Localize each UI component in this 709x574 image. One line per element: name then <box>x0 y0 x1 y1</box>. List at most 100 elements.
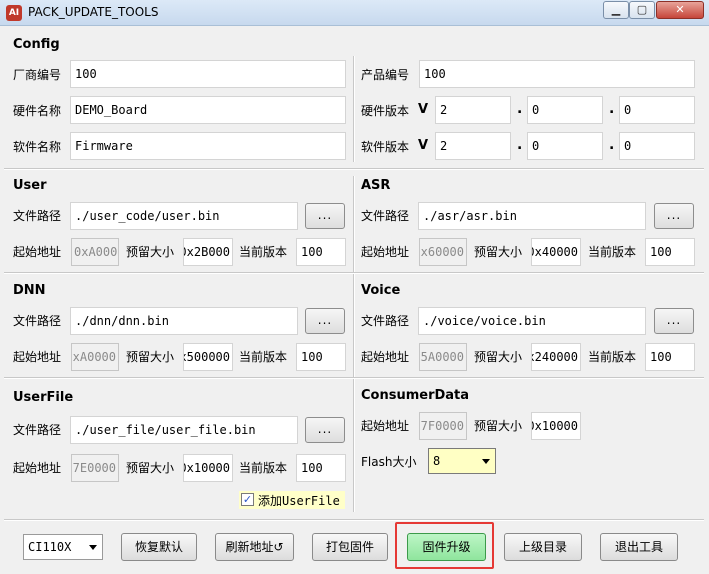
exit-tool-button[interactable]: 退出工具 <box>600 533 678 561</box>
chip-model-select[interactable]: CI110X <box>23 534 103 560</box>
dnn-start-address-field: 0xA0000 <box>71 343 119 371</box>
restore-defaults-button[interactable]: 恢复默认 <box>121 533 197 561</box>
software-version-prefix: V <box>418 138 429 153</box>
user-section-title: User <box>13 178 47 193</box>
dnn-path-label: 文件路径 <box>13 314 62 328</box>
dnn-start-address-label: 起始地址 <box>13 350 62 364</box>
voice-reserve-size-label: 预留大小 <box>474 350 523 364</box>
asr-start-address-label: 起始地址 <box>361 245 410 259</box>
software-name-field[interactable]: Firmware <box>70 132 346 160</box>
refresh-address-button[interactable]: 刷新地址↺ <box>215 533 294 561</box>
voice-browse-button[interactable]: ... <box>654 308 694 334</box>
user-current-version-label: 当前版本 <box>239 245 288 259</box>
voice-start-address-label: 起始地址 <box>361 350 410 364</box>
asr-current-version-field[interactable]: 100 <box>645 238 695 266</box>
hardware-name-label: 硬件名称 <box>13 104 62 118</box>
asr-current-version-label: 当前版本 <box>588 245 637 259</box>
add-userfile-toggle[interactable]: ✓ 添加UserFile <box>239 491 345 509</box>
dnn-reserve-size-field[interactable]: 0x500000 <box>183 343 233 371</box>
flash-size-value: 8 <box>433 454 441 468</box>
asr-browse-button[interactable]: ... <box>654 203 694 229</box>
asr-reserve-size-label: 预留大小 <box>474 245 523 259</box>
version-dot: . <box>609 101 615 117</box>
userfile-reserve-size-field[interactable]: 0x10000 <box>183 454 233 482</box>
userfile-section-title: UserFile <box>13 390 74 405</box>
userfile-current-version-label: 当前版本 <box>239 461 288 475</box>
user-path-field[interactable]: ./user_code/user.bin <box>70 202 298 230</box>
software-name-label: 软件名称 <box>13 140 62 154</box>
user-path-label: 文件路径 <box>13 209 62 223</box>
chevron-down-icon <box>89 545 97 550</box>
software-version-major-field[interactable]: 2 <box>435 132 511 160</box>
voice-current-version-field[interactable]: 100 <box>645 343 695 371</box>
hardware-version-prefix: V <box>418 102 429 117</box>
product-id-label: 产品编号 <box>361 68 410 82</box>
version-dot: . <box>609 137 615 153</box>
add-userfile-checkbox[interactable]: ✓ <box>241 493 254 506</box>
consumerdata-reserve-size-field[interactable]: 0x10000 <box>531 412 581 440</box>
chip-model-value: CI110X <box>28 540 72 554</box>
userfile-reserve-size-label: 预留大小 <box>126 461 175 475</box>
voice-path-field[interactable]: ./voice/voice.bin <box>418 307 646 335</box>
close-button[interactable]: ✕ <box>656 1 704 19</box>
vendor-id-field[interactable]: 100 <box>70 60 346 88</box>
product-id-field[interactable]: 100 <box>419 60 695 88</box>
hardware-version-minor-field[interactable]: 0 <box>527 96 603 124</box>
user-reserve-size-field[interactable]: 0x2B000 <box>183 238 233 266</box>
version-dot: . <box>517 101 523 117</box>
userfile-path-field[interactable]: ./user_file/user_file.bin <box>70 416 298 444</box>
voice-path-label: 文件路径 <box>361 314 410 328</box>
minimize-button[interactable]: ▁ <box>603 1 629 19</box>
chevron-down-icon <box>482 459 490 464</box>
userfile-start-address-field: 0x7E0000 <box>71 454 119 482</box>
voice-reserve-size-field[interactable]: 0x240000 <box>531 343 581 371</box>
maximize-button[interactable]: ▢ <box>629 1 655 19</box>
hardware-version-major-field[interactable]: 2 <box>435 96 511 124</box>
config-divider <box>353 56 355 162</box>
consumerdata-start-address-label: 起始地址 <box>361 419 410 433</box>
asr-path-field[interactable]: ./asr/asr.bin <box>418 202 646 230</box>
dnn-path-field[interactable]: ./dnn/dnn.bin <box>70 307 298 335</box>
dnn-current-version-label: 当前版本 <box>239 350 288 364</box>
userfile-current-version-field[interactable]: 100 <box>296 454 346 482</box>
parent-directory-button[interactable]: 上级目录 <box>504 533 582 561</box>
app-logo-icon: AI <box>6 5 22 21</box>
voice-current-version-label: 当前版本 <box>588 350 637 364</box>
pack-firmware-button[interactable]: 打包固件 <box>312 533 388 561</box>
section-divider <box>4 272 704 274</box>
firmware-upgrade-button[interactable]: 固件升级 <box>407 533 486 561</box>
asr-reserve-size-field[interactable]: 0x40000 <box>531 238 581 266</box>
userfile-start-address-label: 起始地址 <box>13 461 62 475</box>
hardware-version-patch-field[interactable]: 0 <box>619 96 695 124</box>
asr-path-label: 文件路径 <box>361 209 410 223</box>
vendor-id-label: 厂商编号 <box>13 68 62 82</box>
dnn-current-version-field[interactable]: 100 <box>296 343 346 371</box>
user-reserve-size-label: 预留大小 <box>126 245 175 259</box>
user-start-address-label: 起始地址 <box>13 245 62 259</box>
dnn-browse-button[interactable]: ... <box>305 308 345 334</box>
section-divider <box>4 377 704 379</box>
hardware-name-field[interactable]: DEMO_Board <box>70 96 346 124</box>
title-bar: AI PACK_UPDATE_TOOLS ▁ ▢ ✕ <box>0 0 709 26</box>
consumerdata-start-address-field: 0x7F0000 <box>419 412 467 440</box>
userfile-browse-button[interactable]: ... <box>305 417 345 443</box>
asr-section-title: ASR <box>361 178 391 193</box>
software-version-minor-field[interactable]: 0 <box>527 132 603 160</box>
user-current-version-field[interactable]: 100 <box>296 238 346 266</box>
dnn-reserve-size-label: 预留大小 <box>126 350 175 364</box>
section-divider <box>4 168 704 170</box>
user-browse-button[interactable]: ... <box>305 203 345 229</box>
dnn-section-title: DNN <box>13 283 46 298</box>
voice-section-title: Voice <box>361 283 401 298</box>
window-title: PACK_UPDATE_TOOLS <box>28 5 159 19</box>
software-version-patch-field[interactable]: 0 <box>619 132 695 160</box>
add-userfile-label: 添加UserFile <box>258 494 340 508</box>
asr-start-address-field: 0x60000 <box>419 238 467 266</box>
column-divider <box>353 176 355 512</box>
flash-size-label: Flash大小 <box>361 455 417 469</box>
consumerdata-reserve-size-label: 预留大小 <box>474 419 523 433</box>
version-dot: . <box>517 137 523 153</box>
flash-size-select[interactable]: 8 <box>428 448 496 474</box>
software-version-label: 软件版本 <box>361 140 410 154</box>
user-start-address-field: 0xA000 <box>71 238 119 266</box>
